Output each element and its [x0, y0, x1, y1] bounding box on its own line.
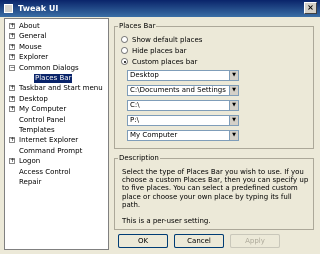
place-combo-1-value: Desktop	[130, 71, 159, 79]
tree-item-label: Access Control	[19, 167, 71, 176]
tree-item-label: Mouse	[19, 42, 42, 51]
description-legend: Description	[118, 154, 160, 163]
chevron-down-icon[interactable]: ▼	[229, 116, 238, 125]
place-combo-3[interactable]: C:\ ▼	[127, 100, 239, 111]
place-combo-2[interactable]: C:\Documents and Settings\%USER ▼	[127, 85, 239, 96]
tree-item[interactable]: + My Computer	[5, 105, 108, 114]
tree-item[interactable]: + Explorer	[5, 53, 108, 62]
expand-icon[interactable]: +	[9, 54, 15, 61]
tree-item[interactable]: + Mouse	[5, 43, 108, 52]
tree-item[interactable]: Control Panel	[5, 116, 108, 125]
radio-show-default-dot[interactable]	[121, 36, 128, 43]
tree-item[interactable]: + About	[5, 22, 108, 31]
tree-item[interactable]: + General	[5, 32, 108, 41]
title-bar[interactable]: Tweak UI ×	[0, 0, 320, 17]
places-bar-group: Places Bar Show default places Hide plac…	[114, 22, 314, 149]
tree-item-label: Explorer	[19, 53, 49, 62]
tweakui-window: Tweak UI × + About + General + Mouse + Explorer…	[0, 0, 320, 254]
radio-show-default-label: Show default places	[132, 36, 203, 44]
expand-icon[interactable]: +	[9, 85, 15, 92]
place-combo-4-value: P:\	[130, 116, 139, 124]
tree-item[interactable]: Places Bar	[5, 74, 108, 83]
tree-item-label: Logon	[19, 157, 41, 166]
chevron-down-icon[interactable]: ▼	[229, 71, 238, 80]
place-combo-1[interactable]: Desktop ▼	[127, 70, 239, 81]
place-combo-5-value: My Computer	[130, 131, 178, 139]
ok-button[interactable]: OK	[118, 234, 168, 248]
chevron-down-icon[interactable]: ▼	[229, 131, 238, 140]
tree-item[interactable]: Repair	[5, 178, 108, 187]
place-combo-2-value: C:\Documents and Settings\%USER	[130, 86, 226, 94]
category-tree: + About + General + Mouse + Explorer − Common Dia…	[4, 18, 109, 250]
tree-item-label: About	[19, 22, 40, 30]
expand-icon[interactable]: +	[9, 137, 15, 144]
description-paragraph: Select the type of Places Bar you wish t…	[122, 168, 309, 209]
description-note: This is a per-user setting.	[122, 217, 211, 226]
place-combo-5[interactable]: My Computer ▼	[127, 130, 239, 141]
tree-item-label: My Computer	[19, 105, 67, 114]
tree-item-label: Repair	[19, 178, 42, 186]
chevron-down-icon[interactable]: ▼	[229, 101, 238, 110]
tree-item[interactable]: + Logon	[5, 157, 108, 166]
tree-item-label: Taskbar and Start menu	[19, 84, 103, 93]
tree-item[interactable]: − Common Dialogs	[5, 64, 108, 73]
chevron-down-icon[interactable]: ▼	[229, 86, 238, 95]
cancel-button[interactable]: Cancel	[174, 234, 224, 248]
radio-custom-places-dot[interactable]	[121, 58, 128, 65]
tree-item[interactable]: + Desktop	[5, 95, 108, 104]
tree-item-label: Templates	[19, 126, 55, 134]
tree-item-label: Control Panel	[19, 115, 66, 124]
expand-icon[interactable]: +	[9, 43, 15, 50]
places-bar-legend: Places Bar	[118, 22, 157, 31]
close-button[interactable]: ×	[304, 2, 317, 14]
description-group: Description Select the type of Places Ba…	[114, 154, 314, 230]
app-icon	[4, 4, 13, 13]
apply-button[interactable]: Apply	[230, 234, 280, 248]
tree-item-label: Common Dialogs	[19, 63, 79, 72]
tree-item[interactable]: + Taskbar and Start menu	[5, 84, 108, 93]
expand-icon[interactable]: +	[9, 106, 15, 113]
description-text: Select the type of Places Bar you wish t…	[122, 168, 310, 225]
radio-hide-places-label: Hide places bar	[132, 47, 187, 55]
tree-item-label: Command Prompt	[19, 146, 83, 155]
collapse-icon[interactable]: −	[9, 64, 15, 71]
radio-custom-places-label: Custom places bar	[132, 58, 198, 66]
tree-item[interactable]: Templates	[5, 126, 108, 135]
tree-item[interactable]: + Internet Explorer	[5, 136, 108, 145]
radio-hide-places-dot[interactable]	[121, 47, 128, 54]
tree-item[interactable]: Command Prompt	[5, 147, 108, 156]
tree-item[interactable]: Access Control	[5, 168, 108, 177]
tree-item-label: Internet Explorer	[19, 136, 79, 145]
expand-icon[interactable]: +	[9, 95, 15, 102]
tree-item-label: Desktop	[19, 94, 48, 103]
tree-item-label: Places Bar	[34, 74, 73, 83]
expand-icon[interactable]: +	[9, 33, 15, 40]
expand-icon[interactable]: +	[9, 158, 15, 165]
place-combo-4[interactable]: P:\ ▼	[127, 115, 239, 126]
window-title: Tweak UI	[18, 4, 59, 13]
expand-icon[interactable]: +	[9, 23, 15, 29]
place-combo-3-value: C:\	[130, 101, 140, 109]
tree-item-label: General	[19, 32, 47, 41]
